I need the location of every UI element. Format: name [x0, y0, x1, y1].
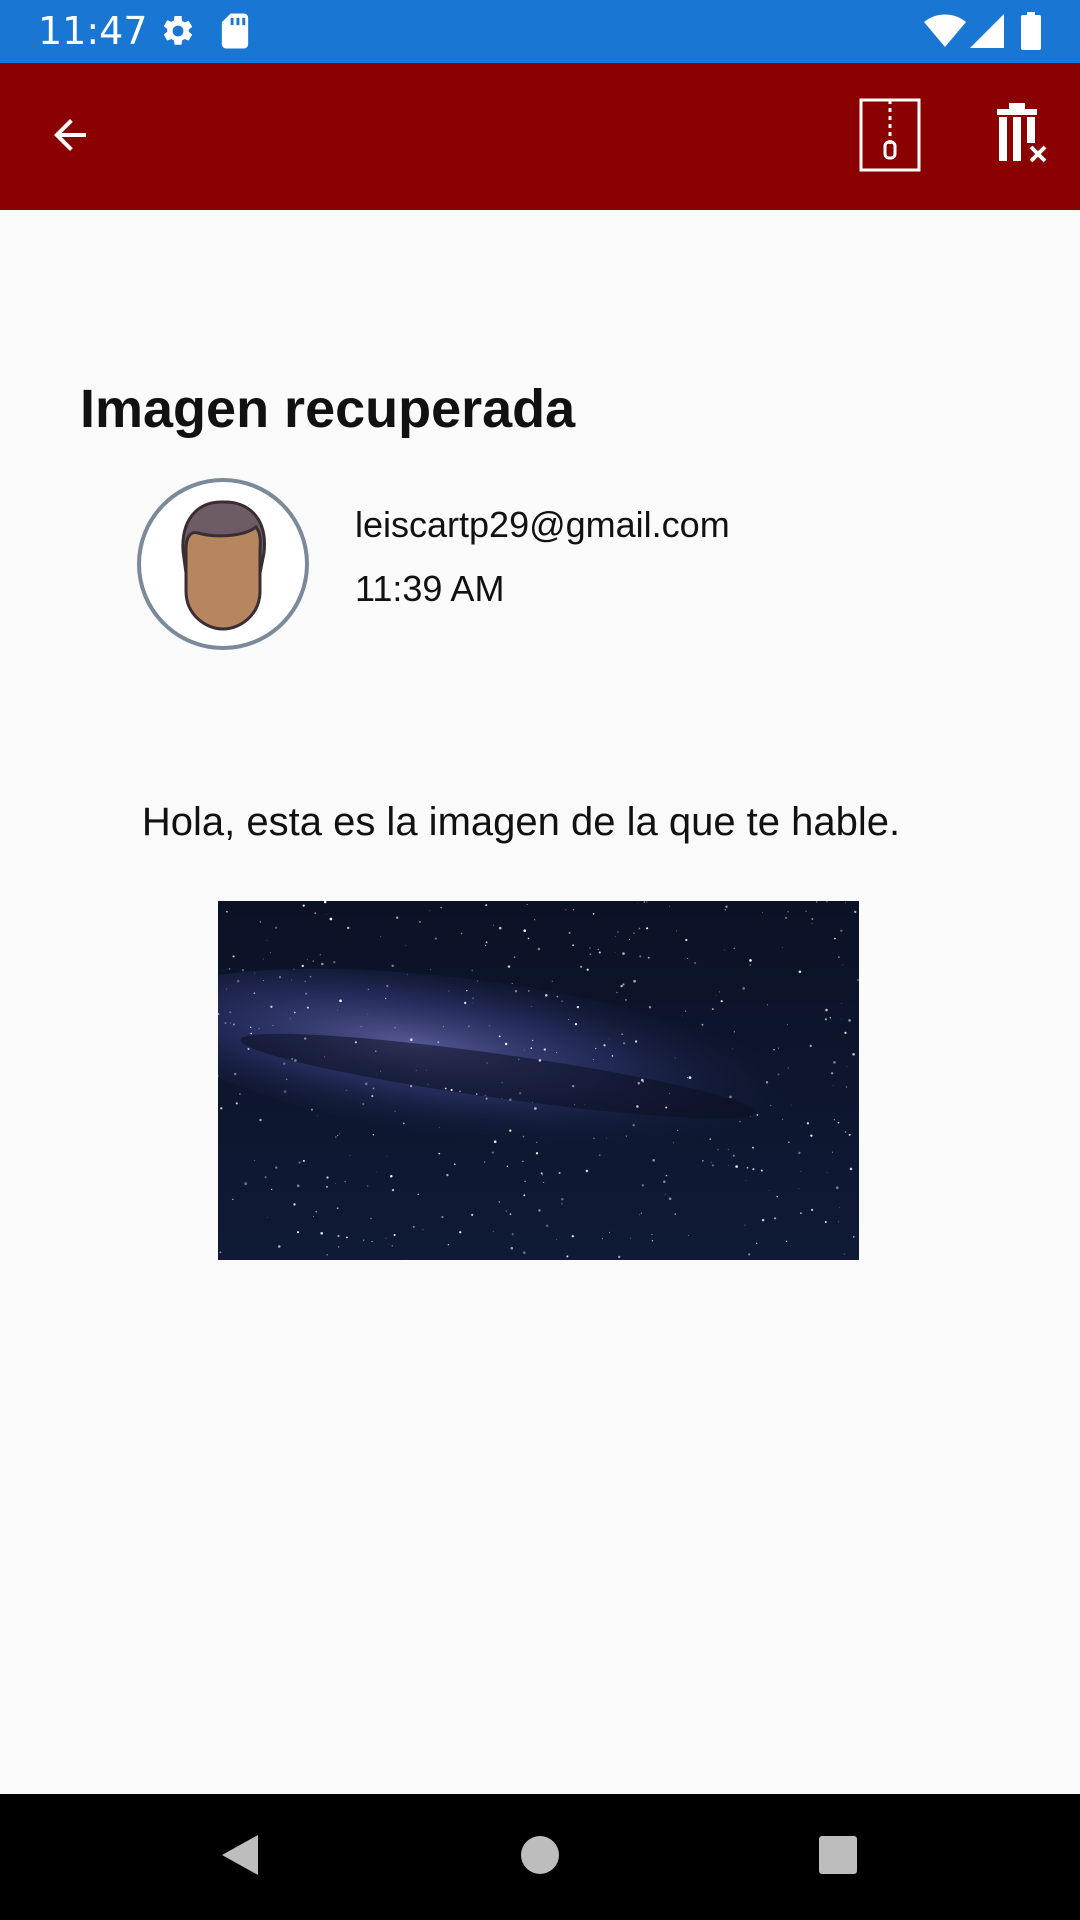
wifi-icon: [924, 14, 966, 52]
gear-icon: [160, 12, 196, 54]
zip-archive-icon: [859, 98, 921, 176]
delete-icon: [991, 102, 1049, 171]
compress-button[interactable]: [855, 63, 925, 210]
message-text: Hola, esta es la imagen de la que te hab…: [141, 800, 901, 844]
back-triangle-icon: [220, 1833, 260, 1881]
sent-time: 11:39 AM: [355, 568, 505, 609]
battery-icon: [1021, 12, 1041, 54]
home-circle-icon: [520, 1835, 560, 1879]
nav-home-button[interactable]: [500, 1794, 580, 1920]
recents-square-icon: [818, 1835, 858, 1879]
status-bar: 11:47: [0, 0, 1080, 63]
person-avatar-icon: [137, 478, 309, 650]
avatar: [136, 477, 310, 651]
sd-card-icon: [220, 12, 250, 54]
status-time: 11:47: [38, 9, 148, 53]
starry-sky-image: [218, 901, 859, 1260]
nav-recents-button[interactable]: [798, 1794, 878, 1920]
page-title: Imagen recuperada: [80, 379, 576, 439]
attached-image[interactable]: [218, 901, 859, 1260]
back-arrow-icon: [46, 111, 94, 163]
navigation-bar: [0, 1794, 1080, 1920]
back-button[interactable]: [30, 63, 110, 210]
nav-back-button[interactable]: [200, 1794, 280, 1920]
app-bar: [0, 63, 1080, 210]
sender-email: leiscartp29@gmail.com: [355, 504, 730, 545]
delete-button[interactable]: [985, 63, 1055, 210]
signal-icon: [970, 14, 1004, 52]
message-detail: Imagen recuperada leiscartp29@gmail.com …: [0, 210, 1080, 1794]
